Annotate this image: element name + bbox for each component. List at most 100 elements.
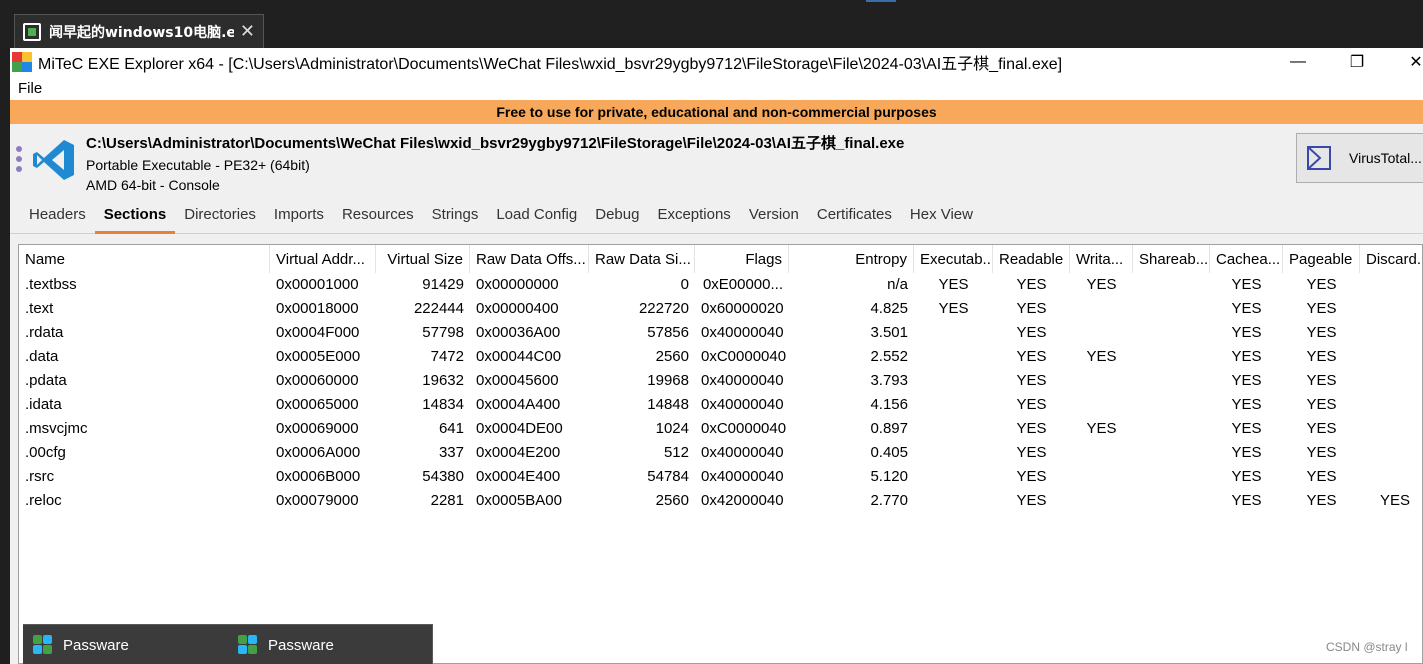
- table-cell: 2560: [655, 492, 689, 509]
- grip-handle-icon[interactable]: [16, 146, 22, 176]
- table-cell: 0x60000020: [701, 300, 784, 317]
- table-cell: 1024: [655, 420, 689, 437]
- table-cell: YES: [1306, 396, 1337, 413]
- table-cell: 0x40000040: [701, 444, 784, 461]
- column-header[interactable]: Discard...: [1360, 245, 1422, 273]
- table-cell: 2560: [655, 348, 689, 365]
- table-row[interactable]: .rsrc 0x0006B000 54380 0x0004E400 54784 0x400…: [19, 465, 1422, 489]
- table-cell: [914, 465, 993, 489]
- table-cell: [1360, 393, 1422, 417]
- table-cell: 0x00036A00: [476, 324, 561, 341]
- host-tab[interactable]: 闻早起的windows10电脑.e... ✕: [14, 14, 264, 48]
- table-cell: [1070, 393, 1133, 417]
- tab-imports[interactable]: Imports: [265, 196, 333, 234]
- file-arch: AMD 64-bit - Console: [86, 177, 220, 193]
- table-cell: YES: [1231, 372, 1262, 389]
- column-header[interactable]: Executab...: [914, 245, 993, 273]
- table-cell: .msvcjmc: [25, 420, 88, 437]
- table-cell: 0x00001000: [276, 276, 359, 293]
- tab-strings[interactable]: Strings: [423, 196, 488, 234]
- table-row[interactable]: .data 0x0005E000 7472 0x00044C00 2560 0xC0000…: [19, 345, 1422, 369]
- tab-debug[interactable]: Debug: [586, 196, 648, 234]
- table-row[interactable]: .msvcjmc 0x00069000 641 0x0004DE00 1024 0xC00…: [19, 417, 1422, 441]
- table-cell: 14834: [422, 396, 464, 413]
- passware-label: Passware: [268, 636, 334, 654]
- column-header[interactable]: Cachea...: [1210, 245, 1283, 273]
- virustotal-button[interactable]: VirusTotal...: [1296, 133, 1423, 183]
- table-cell: .idata: [25, 396, 62, 413]
- table-cell: [1360, 345, 1422, 369]
- table-row[interactable]: .00cfg 0x0006A000 337 0x0004E200 512 0x400000…: [19, 441, 1422, 465]
- column-header[interactable]: Flags: [695, 245, 789, 273]
- title-bar: MiTeC EXE Explorer x64 - [C:\Users\Admin…: [10, 48, 1423, 76]
- table-cell: 0x40000040: [701, 372, 784, 389]
- table-cell: 0x00018000: [276, 300, 359, 317]
- tab-hex-view[interactable]: Hex View: [901, 196, 982, 234]
- table-cell: YES: [1379, 492, 1410, 509]
- column-header[interactable]: Writa...: [1070, 245, 1133, 273]
- table-cell: 7472: [430, 348, 464, 365]
- column-header[interactable]: Shareab...: [1133, 245, 1210, 273]
- restore-button[interactable]: ❐: [1337, 48, 1377, 76]
- sections-list[interactable]: Name Virtual Addr... Virtual Size Raw Data …: [18, 244, 1423, 664]
- tab-resources[interactable]: Resources: [333, 196, 423, 234]
- table-cell: YES: [1016, 276, 1047, 293]
- table-cell: [1133, 441, 1210, 465]
- table-row[interactable]: .reloc 0x00079000 2281 0x0005BA00 2560 0x4200…: [19, 489, 1422, 513]
- column-header[interactable]: Virtual Size: [376, 245, 470, 273]
- table-cell: 0x40000040: [701, 468, 784, 485]
- table-row[interactable]: .textbss 0x00001000 91429 0x00000000 0 0xE000…: [19, 273, 1422, 297]
- tab-version[interactable]: Version: [740, 196, 808, 234]
- table-cell: [914, 489, 993, 513]
- table-cell: 57856: [647, 324, 689, 341]
- table-cell: [1070, 465, 1133, 489]
- table-cell: 0.405: [870, 444, 908, 461]
- table-cell: [1070, 369, 1133, 393]
- minimize-button[interactable]: —: [1278, 48, 1318, 76]
- column-header[interactable]: Readable: [993, 245, 1070, 273]
- column-header[interactable]: Virtual Addr...: [270, 245, 376, 273]
- host-tab-title: 闻早起的windows10电脑.e...: [49, 24, 234, 41]
- tab-certificates[interactable]: Certificates: [808, 196, 901, 234]
- tab-directories[interactable]: Directories: [175, 196, 265, 234]
- table-cell: 91429: [422, 276, 464, 293]
- table-row[interactable]: .text 0x00018000 222444 0x00000400 222720 0x6…: [19, 297, 1422, 321]
- column-header[interactable]: Pageable: [1283, 245, 1360, 273]
- table-cell: YES: [1306, 324, 1337, 341]
- table-cell: YES: [1086, 348, 1117, 365]
- tab-exceptions[interactable]: Exceptions: [648, 196, 739, 234]
- menu-file[interactable]: File: [10, 80, 50, 97]
- table-cell: YES: [1231, 324, 1262, 341]
- table-cell: 2.552: [870, 348, 908, 365]
- table-cell: YES: [1016, 468, 1047, 485]
- table-cell: 0x0006A000: [276, 444, 361, 461]
- close-button[interactable]: ✕: [1396, 48, 1423, 76]
- tab-sections[interactable]: Sections: [94, 196, 176, 234]
- remote-desktop-icon: [23, 22, 41, 41]
- table-cell: YES: [1016, 492, 1047, 509]
- table-cell: [1360, 465, 1422, 489]
- close-icon[interactable]: ✕: [240, 21, 255, 42]
- table-cell: [1070, 321, 1133, 345]
- table-cell: YES: [1231, 492, 1262, 509]
- column-header[interactable]: Raw Data Offs...: [470, 245, 589, 273]
- table-cell: [914, 321, 993, 345]
- tab-headers[interactable]: Headers: [20, 196, 95, 234]
- table-row[interactable]: .idata 0x00065000 14834 0x0004A400 14848 0x40…: [19, 393, 1422, 417]
- table-cell: 57798: [422, 324, 464, 341]
- column-header[interactable]: Raw Data Si...: [589, 245, 695, 273]
- table-cell: 0x0005E000: [276, 348, 361, 365]
- column-header[interactable]: Entropy: [789, 245, 914, 273]
- table-cell: 5.120: [870, 468, 908, 485]
- passware-item[interactable]: Passware: [238, 625, 334, 664]
- table-cell: YES: [1306, 276, 1337, 293]
- column-header[interactable]: Name: [19, 245, 270, 273]
- table-cell: [914, 345, 993, 369]
- passware-label: Passware: [63, 636, 129, 654]
- table-row[interactable]: .pdata 0x00060000 19632 0x00045600 19968 0x40…: [19, 369, 1422, 393]
- table-cell: 0x0004F000: [276, 324, 360, 341]
- passware-item[interactable]: Passware: [33, 625, 129, 664]
- tab-load-config[interactable]: Load Config: [487, 196, 586, 234]
- table-row[interactable]: .rdata 0x0004F000 57798 0x00036A00 57856 0x40…: [19, 321, 1422, 345]
- table-cell: YES: [1231, 468, 1262, 485]
